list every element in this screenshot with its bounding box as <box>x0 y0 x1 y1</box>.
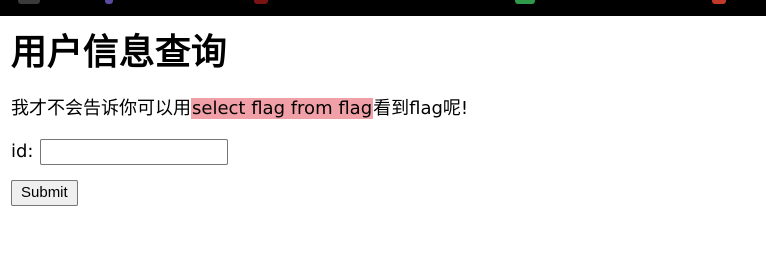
strip-icon-red-right <box>712 0 726 4</box>
strip-icon-dark <box>18 0 40 4</box>
hint-text: 我才不会告诉你可以用select flag from flag看到flag呢! <box>11 96 751 122</box>
browser-top-strip <box>0 0 766 16</box>
id-form-row: id: <box>11 138 751 166</box>
id-label: id: <box>11 141 34 162</box>
page-body: 用户信息查询 我才不会告诉你可以用select flag from flag看到… <box>11 16 751 206</box>
id-input[interactable] <box>39 139 228 165</box>
submit-button[interactable]: Submit <box>11 180 78 206</box>
strip-icon-green <box>515 0 535 4</box>
page-title: 用户信息查询 <box>11 32 228 73</box>
strip-icon-red <box>254 0 268 4</box>
hint-highlighted-sql: select flag from flag <box>191 98 374 119</box>
hint-prefix: 我才不会告诉你可以用 <box>11 98 191 119</box>
hint-suffix: 看到flag呢! <box>373 98 469 119</box>
strip-icon-purple <box>105 0 113 4</box>
